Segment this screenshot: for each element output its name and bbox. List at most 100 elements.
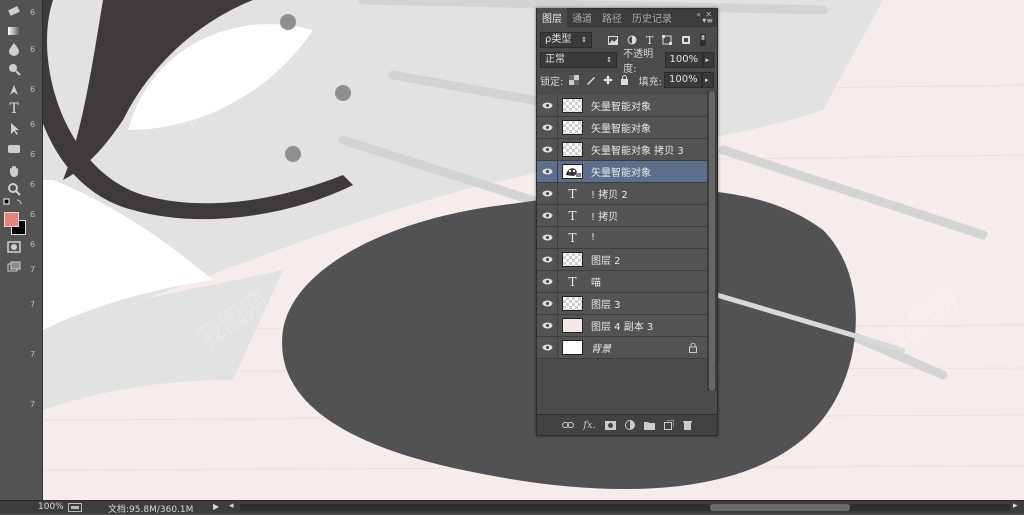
ruler-tick: 7: [30, 400, 36, 409]
pen-icon[interactable]: [4, 81, 24, 99]
lock-pixels-icon[interactable]: [586, 75, 596, 85]
shape-filter-icon[interactable]: [662, 35, 673, 45]
fill-input[interactable]: 100%: [664, 72, 702, 88]
layer-name: 矢量智能对象: [591, 102, 651, 113]
layer-row[interactable]: T ! 拷贝: [537, 205, 707, 227]
eye-icon[interactable]: [537, 183, 558, 204]
layers-panel: 图层 通道 路径 历史记录 « ✕ ▾≡ ρ类型 ⇕ T 正常 ⇕ 不透明度: …: [536, 8, 718, 436]
blend-mode-value: 正常: [545, 54, 565, 65]
layer-row[interactable]: T ! 拷贝 2: [537, 183, 707, 205]
mask-icon[interactable]: [604, 420, 616, 430]
eye-icon[interactable]: [537, 293, 558, 314]
layer-row[interactable]: 矢量智能对象 拷贝 3: [537, 139, 707, 161]
eye-icon[interactable]: [537, 161, 558, 182]
layer-row[interactable]: 图层 3: [537, 293, 707, 315]
default-colors-icon[interactable]: [3, 198, 25, 211]
panel-menu-icon[interactable]: ▾≡: [702, 16, 713, 25]
eye-icon[interactable]: [537, 271, 558, 292]
zoom-level[interactable]: 100%: [38, 502, 64, 512]
adjustment-icon[interactable]: [624, 420, 635, 430]
layer-name: 矢量智能对象: [591, 124, 651, 135]
filter-toggle-icon[interactable]: [700, 34, 706, 46]
fill-dropdown-icon[interactable]: ▸: [702, 72, 714, 88]
fx-icon[interactable]: fx.: [583, 420, 596, 431]
layer-name: 图层 2: [591, 256, 621, 267]
lock-transparent-icon[interactable]: [569, 75, 580, 85]
gradient-icon[interactable]: [4, 22, 24, 40]
lock-label: 锁定:: [540, 76, 564, 88]
tab-layers[interactable]: 图层: [537, 8, 567, 27]
tab-paths[interactable]: 路径: [597, 8, 627, 27]
horizontal-scrollbar[interactable]: [240, 504, 1010, 511]
horizontal-scrollbar-thumb[interactable]: [710, 504, 850, 511]
link-icon[interactable]: [562, 421, 575, 429]
text-layer-icon: T: [568, 208, 577, 223]
layer-row-background[interactable]: 背景: [537, 337, 707, 359]
lock-all-icon[interactable]: [620, 75, 629, 85]
lock-position-icon[interactable]: [603, 75, 614, 85]
smart-object-filter-icon[interactable]: [681, 35, 691, 45]
eye-icon[interactable]: [537, 139, 558, 160]
ruler-tick: 6: [30, 180, 36, 189]
eye-icon[interactable]: [537, 227, 558, 248]
new-layer-icon[interactable]: [663, 420, 674, 430]
layer-row[interactable]: 图层 4 副本 3: [537, 315, 707, 337]
dodge-icon[interactable]: [4, 60, 24, 78]
tools-panel: T: [0, 0, 29, 500]
layer-name: 图层 3: [591, 300, 621, 311]
filter-kind-select[interactable]: ρ类型 ⇕: [540, 32, 592, 48]
smart-object-thumbnail: [562, 164, 583, 179]
tab-channels[interactable]: 通道: [567, 8, 597, 27]
opacity-input[interactable]: 100%: [664, 52, 703, 68]
layer-row[interactable]: 矢量智能对象: [537, 117, 707, 139]
status-menu-arrow-icon[interactable]: ▶: [213, 502, 219, 511]
layer-list-scrollbar[interactable]: [707, 91, 717, 391]
collapse-icon[interactable]: «: [696, 10, 701, 19]
layer-row[interactable]: 图层 2: [537, 249, 707, 271]
path-selection-icon[interactable]: [4, 120, 24, 138]
eye-icon[interactable]: [537, 205, 558, 226]
layer-name: ! 拷贝: [591, 212, 619, 223]
eye-icon[interactable]: [537, 117, 558, 138]
fill-label: 填充:: [638, 76, 662, 88]
vertical-ruler: 6 6 6 6 6 6 6 6 7 7 7 7: [28, 0, 43, 500]
layer-row[interactable]: T !: [537, 227, 707, 249]
scroll-left-icon[interactable]: ◂: [229, 501, 234, 511]
eye-icon[interactable]: [537, 249, 558, 270]
screen-mode-icon[interactable]: [4, 258, 24, 276]
hand-icon[interactable]: [4, 162, 24, 180]
eye-icon[interactable]: [537, 337, 558, 358]
tab-history[interactable]: 历史记录: [627, 8, 677, 27]
trash-icon[interactable]: [682, 420, 692, 430]
adjustment-filter-icon[interactable]: [627, 35, 637, 45]
blur-icon[interactable]: [4, 40, 24, 58]
status-toggle-icon[interactable]: [68, 503, 82, 512]
zoom-icon[interactable]: [4, 180, 24, 198]
blend-mode-select[interactable]: 正常 ⇕: [540, 52, 618, 68]
layer-row[interactable]: T 喵: [537, 271, 707, 293]
layer-row[interactable]: 矢量智能对象: [537, 95, 707, 117]
text-layer-icon: T: [568, 186, 577, 201]
ruler-tick: 6: [30, 150, 36, 159]
image-filter-icon[interactable]: [608, 35, 618, 45]
scroll-right-icon[interactable]: ▸: [1013, 501, 1018, 511]
ruler-tick: 6: [30, 8, 36, 17]
eraser-icon[interactable]: [4, 2, 24, 20]
eye-icon[interactable]: [537, 315, 558, 336]
layer-thumbnail: [562, 296, 583, 311]
rectangle-icon[interactable]: [4, 140, 24, 158]
layer-name: 喵: [591, 278, 601, 289]
layer-name: 背景: [591, 344, 611, 355]
type-icon[interactable]: T: [4, 100, 24, 118]
ruler-tick: 6: [30, 240, 36, 249]
eye-icon[interactable]: [537, 95, 558, 116]
foreground-color-swatch[interactable]: [4, 212, 19, 227]
ruler-tick: 6: [30, 120, 36, 129]
layer-row-selected[interactable]: 矢量智能对象: [537, 161, 707, 183]
quick-mask-icon[interactable]: [4, 238, 24, 256]
opacity-dropdown-icon[interactable]: ▸: [702, 52, 714, 68]
document-canvas[interactable]: 我图网 我图网 我图网 我图网: [43, 0, 1024, 500]
group-icon[interactable]: [643, 421, 655, 430]
layer-name: 图层 4 副本 3: [591, 322, 654, 333]
document-size-info: 文档:95.8M/360.1M: [108, 505, 194, 515]
